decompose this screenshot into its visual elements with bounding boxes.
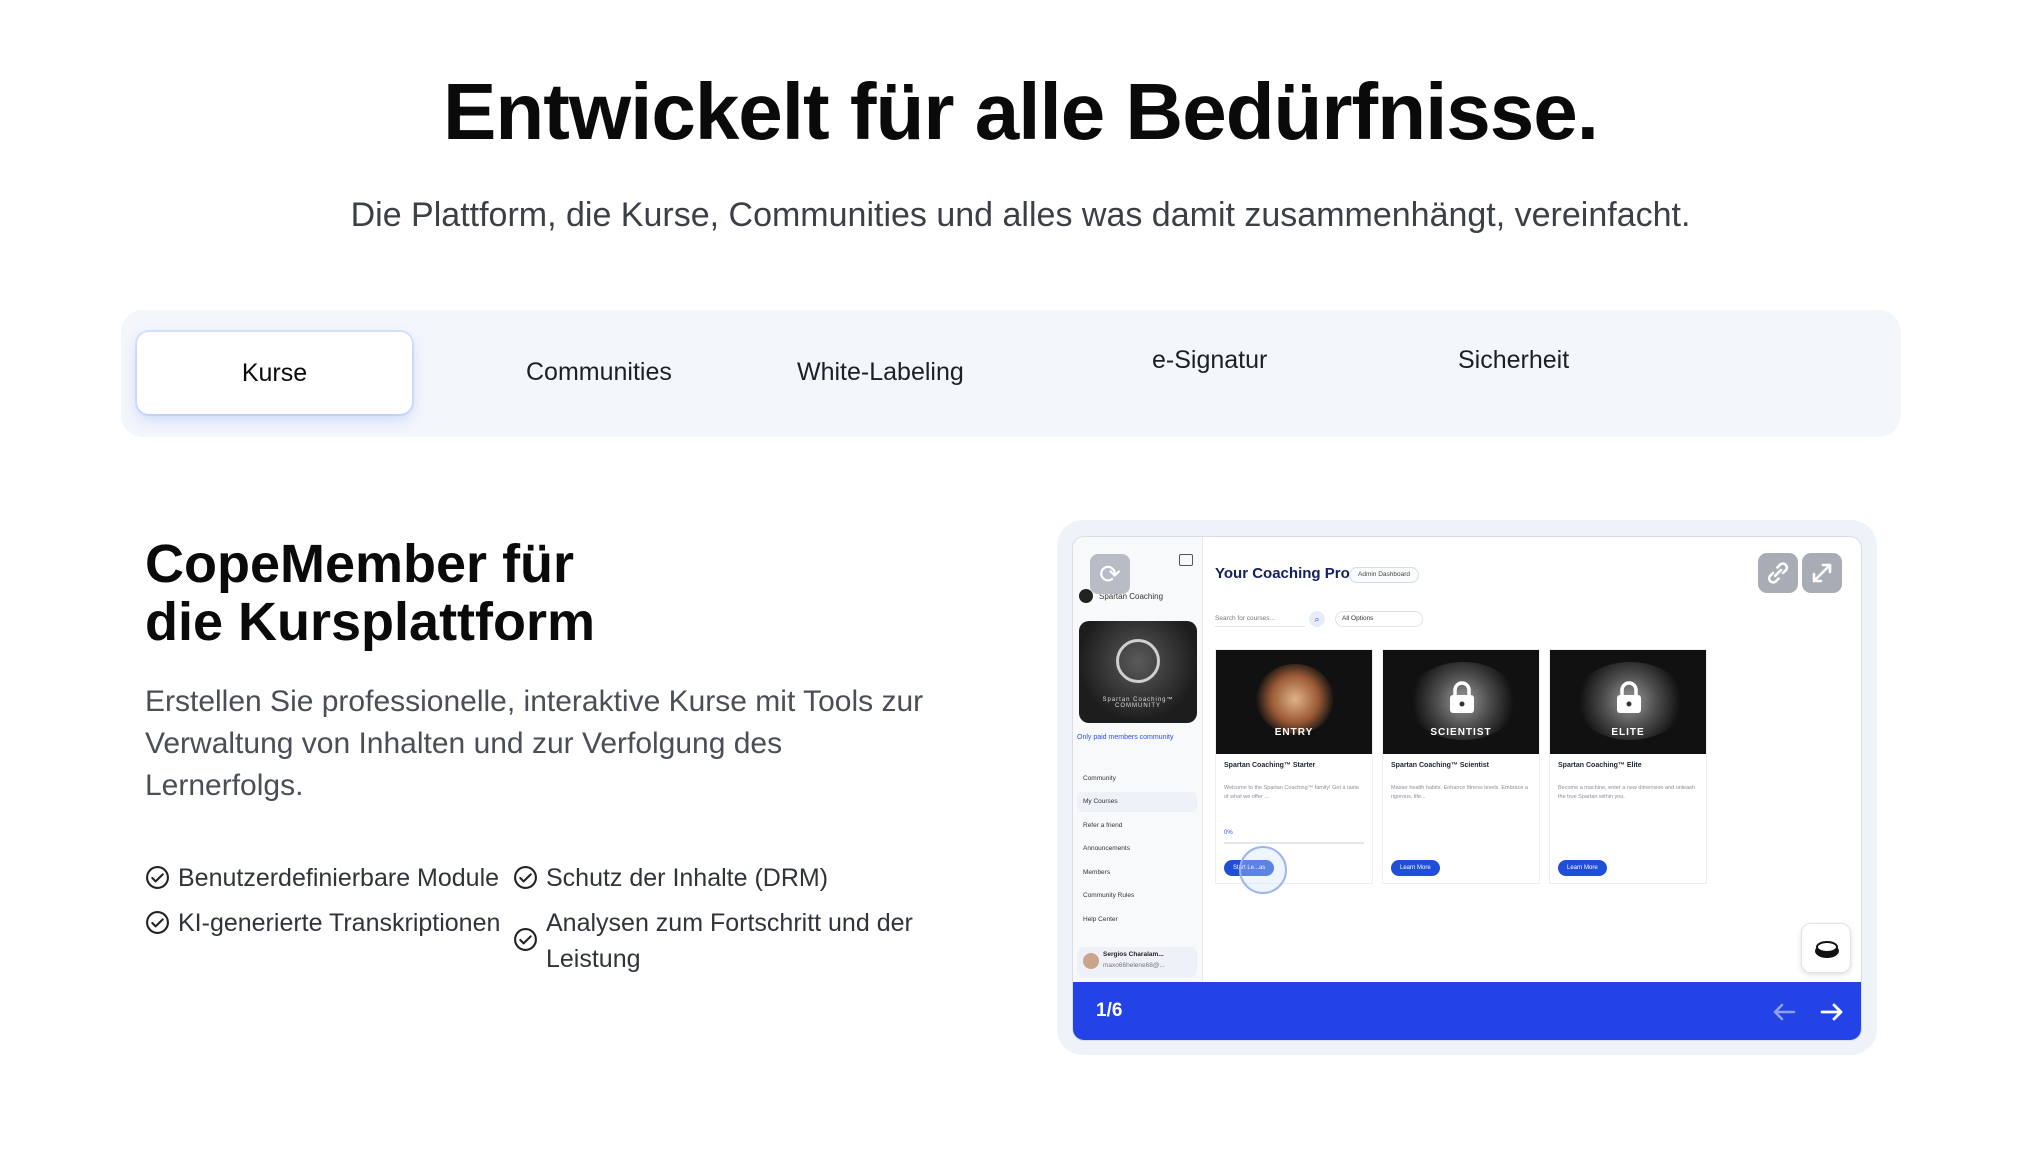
course-card[interactable]: ENTRY Spartan Coaching™ Starter Welcome … [1215,649,1373,894]
feature-bullet: Benutzerdefinierbare Module [145,860,499,896]
learn-more-button[interactable]: Learn More [1558,860,1607,876]
course-thumbnail: ENTRY [1216,650,1372,754]
sidebar-user[interactable]: Sergios Charalam... maxo66helene68@... [1077,947,1197,977]
feature-bullet: KI-generierte Transkriptionen [145,905,500,941]
demo-screenshot: Spartan Coaching Spartan Coaching™ COMMU… [1072,536,1862,1041]
community-logo: Spartan Coaching™ COMMUNITY [1079,621,1197,723]
helmet-icon [1116,639,1160,683]
arrow-left-icon[interactable] [1767,995,1801,1029]
feature-title-line2: die Kursplattform [145,592,596,652]
demo-sidebar: Spartan Coaching Spartan Coaching™ COMMU… [1073,537,1203,982]
feature-bullet: Schutz der Inhalte (DRM) [513,860,828,896]
carousel-controls: 1/6 [1073,982,1861,1040]
chat-badge-icon[interactable] [1801,923,1851,973]
arrow-right-icon[interactable] [1815,995,1849,1029]
avatar [1083,953,1099,969]
course-thumbnail-art [1256,664,1334,734]
link-icon-glyph [1767,562,1789,584]
course-thumbnail: ELITE [1550,650,1706,754]
course-card[interactable]: SCIENTIST Spartan Coaching™ Scientist Ma… [1382,649,1540,884]
course-card[interactable]: ELITE Spartan Coaching™ Elite Become a m… [1549,649,1707,884]
sidebar-item-help[interactable]: Help Center [1077,910,1197,930]
expand-icon[interactable] [1802,553,1842,593]
user-name: Sergios Charalam... [1103,951,1164,958]
click-indicator [1239,846,1287,894]
learn-more-button[interactable]: Learn More [1391,860,1440,876]
sidebar-item-members[interactable]: Members [1077,863,1197,883]
link-icon[interactable] [1758,553,1798,593]
feature-description: Erstellen Sie professionelle, interaktiv… [145,685,924,802]
course-title: Spartan Coaching™ Elite [1558,762,1642,769]
community-logo-caption: Spartan Coaching™ COMMUNITY [1102,697,1174,709]
hero-subtitle: Die Plattform, die Kurse, Communities un… [350,196,1691,234]
feature-bullet-text: Benutzerdefinierbare Module [178,864,500,892]
tab-e-signatur[interactable]: e-Signatur [1152,346,1267,375]
course-label: ELITE [1611,727,1645,738]
check-circle-icon [514,928,537,951]
feature-bullet-text: Analysen zum Fortschritt und der Leistun… [546,909,913,973]
check-circle-icon [514,866,537,889]
check-circle-icon [146,866,169,889]
admin-dashboard-button[interactable]: Admin Dashboard [1349,567,1420,583]
feature-title-line1: CopeMember für [145,534,575,594]
tab-sicherheit[interactable]: Sicherheit [1458,346,1569,375]
feature-bullet: Analysen zum Fortschritt und der Leistun… [513,905,933,977]
course-progress: 0% [1224,830,1233,836]
sidebar-note: Only paid members community [1077,734,1174,741]
progress-bar [1224,842,1364,844]
sidebar-item-rules[interactable]: Community Rules [1077,886,1197,906]
sidebar-collapse-icon [1179,554,1193,566]
feature-bullet-text: KI-generierte Transkriptionen [178,909,501,937]
course-label: SCIENTIST [1430,727,1492,738]
course-search-input[interactable]: Search for courses... [1215,611,1305,627]
course-title: Spartan Coaching™ Starter [1224,762,1316,769]
filter-select[interactable]: All Options [1335,611,1423,627]
hero-title: Entwickelt für alle Bedürfnisse. [443,67,1599,156]
sidebar-item-announcements[interactable]: Announcements [1077,839,1197,859]
course-thumbnail: SCIENTIST [1383,650,1539,754]
tab-communities[interactable]: Communities [526,358,672,387]
sidebar-item-my-courses[interactable]: My Courses [1077,792,1197,812]
sidebar-item-refer[interactable]: Refer a friend [1077,816,1197,836]
page: Entwickelt für alle Bedürfnisse. Die Pla… [0,0,2041,1155]
expand-icon-glyph [1812,563,1832,583]
refresh-icon[interactable]: ⟳ [1090,554,1130,594]
lock-icon [1450,681,1474,713]
course-description: Welcome to the Spartan Coaching™ family!… [1224,785,1360,800]
feature-title: CopeMember für die Kursplattform [145,535,845,651]
tab-kurse[interactable]: Kurse [137,332,412,414]
course-title: Spartan Coaching™ Scientist [1391,762,1490,769]
feature-tabs: Kurse Communities White-Labeling e-Signa… [121,310,1901,437]
demo-carousel: Spartan Coaching Spartan Coaching™ COMMU… [1057,520,1877,1055]
course-label: ENTRY [1274,727,1314,738]
sidebar-item-community[interactable]: Community [1077,769,1197,789]
lock-icon [1617,681,1641,713]
course-description: Master health habits. Enhance fitness le… [1391,785,1528,800]
tab-white-labeling[interactable]: White-Labeling [797,358,964,387]
chat-badge-glyph [1815,941,1839,958]
user-email: maxo66helene68@... [1103,962,1165,969]
check-circle-icon [146,911,169,934]
search-icon[interactable]: ⌕ [1309,611,1325,627]
course-description: Become a machine, enter a new dimension … [1558,785,1695,800]
feature-bullet-text: Schutz der Inhalte (DRM) [546,864,829,892]
slide-counter: 1/6 [1096,1000,1123,1021]
